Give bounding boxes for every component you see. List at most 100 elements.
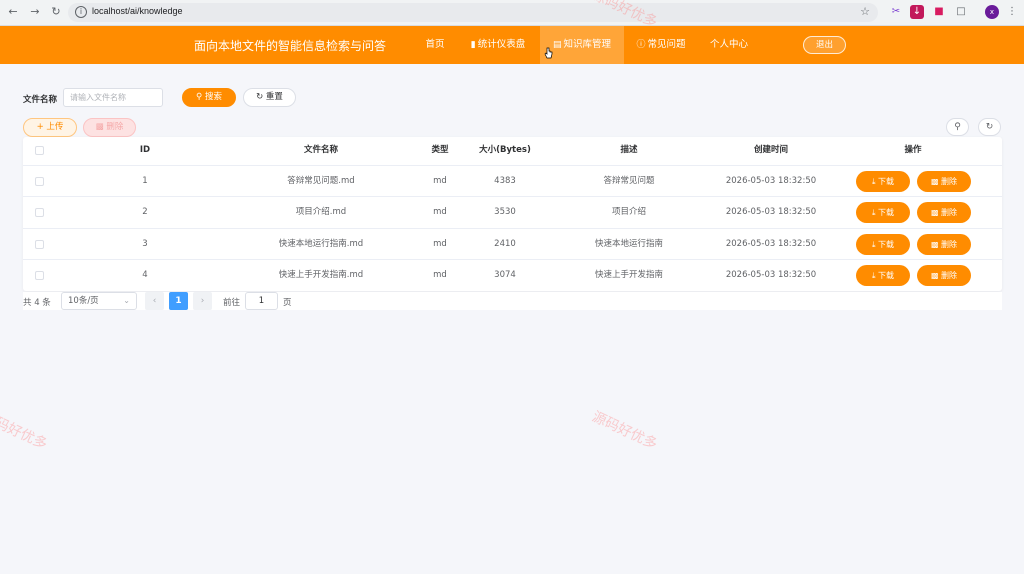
trash-icon: ▩ — [930, 177, 942, 186]
cell-type: md — [433, 176, 447, 186]
table-row: 1 答辩常见问题.md md 4383 答辩常见问题 2026-05-03 18… — [23, 165, 1002, 196]
app-header: 面向本地文件的智能信息检索与问答 首页 ▮ 统计仪表盘 ▤ 知识库管理 ⓘ 常见问题 … — [0, 26, 1024, 64]
download-button[interactable]: ⤓ 下载 — [856, 265, 910, 286]
row-checkbox[interactable] — [35, 177, 44, 186]
table-row: 4 快速上手开发指南.md md 3074 快速上手开发指南 2026-05-0… — [23, 259, 1002, 290]
download-button[interactable]: ⤓ 下载 — [856, 234, 910, 255]
delete-button[interactable]: ▩ 删除 — [917, 202, 971, 223]
delete-button[interactable]: ▩ 删除 — [917, 234, 971, 255]
delete-button[interactable]: ▩ 删除 — [917, 265, 971, 286]
table-row: 3 快速本地运行指南.md md 2410 快速本地运行指南 2026-05-0… — [23, 228, 1002, 259]
logout-button[interactable]: 退出 — [803, 36, 846, 54]
download-button[interactable]: ⤓ 下载 — [856, 171, 910, 192]
knowledge-table: ID 文件名称 类型 大小(Bytes) 描述 创建时间 操作 1 答辩常见问题… — [23, 137, 1002, 291]
bookmark-star-icon[interactable]: ☆ — [860, 5, 870, 18]
download-button[interactable]: ⤓ 下载 — [856, 202, 910, 223]
row-checkbox[interactable] — [35, 271, 44, 280]
col-header-type: 类型 — [431, 145, 449, 155]
table-refresh-button[interactable]: ↻ — [978, 118, 1001, 136]
search-icon: ⚲ — [954, 122, 961, 132]
batch-delete-button[interactable]: ▩ 删除 — [83, 118, 136, 137]
cell-filename: 答辩常见问题.md — [287, 176, 355, 186]
search-button[interactable]: ⚲ 搜索 — [182, 88, 236, 107]
cell-size: 3530 — [494, 207, 516, 217]
cell-type: md — [433, 270, 447, 280]
cell-filename: 快速上手开发指南.md — [278, 270, 364, 280]
reset-button[interactable]: ↻ 重置 — [243, 88, 296, 107]
trash-icon: ▩ — [930, 208, 942, 217]
nav-knowledge-label: 知识库管理 — [563, 39, 612, 50]
nav-faq[interactable]: ⓘ 常见问题 — [629, 26, 693, 64]
chevron-right-icon: › — [200, 296, 205, 306]
delete-button-label: 删除 — [941, 177, 958, 186]
url-text: localhost/ai/knowledge — [92, 6, 183, 16]
next-page-button[interactable]: › — [193, 292, 212, 310]
search-icon: ⚲ — [196, 92, 205, 102]
chevron-left-icon: ‹ — [152, 296, 157, 306]
refresh-icon: ↻ — [985, 122, 994, 132]
reset-button-label: 重置 — [265, 92, 283, 102]
reload-icon[interactable]: ↻ — [49, 5, 63, 19]
col-header-filename: 文件名称 — [303, 145, 338, 155]
page-number-button[interactable]: 1 — [169, 292, 188, 310]
nav-dashboard[interactable]: ▮ 统计仪表盘 — [462, 26, 534, 64]
row-checkbox[interactable] — [35, 208, 44, 217]
nav-home[interactable]: 首页 — [418, 26, 452, 64]
cell-desc: 项目介绍 — [611, 207, 646, 217]
col-header-actions: 操作 — [904, 145, 922, 155]
batch-delete-label: 删除 — [106, 122, 124, 132]
browser-menu-icon[interactable]: ⋮ — [1005, 5, 1019, 19]
browser-toolbar: ← → ↻ i localhost/ai/knowledge ☆ ✂ ↓ ■ □… — [0, 0, 1024, 26]
document-icon: ▤ — [552, 40, 562, 50]
download-button-label: 下载 — [878, 240, 895, 249]
forward-icon[interactable]: → — [28, 5, 42, 19]
goto-prefix: 前往 — [223, 298, 241, 308]
delete-button-label: 删除 — [941, 208, 958, 217]
file-name-label: 文件名称 — [23, 95, 58, 105]
table-search-button[interactable]: ⚲ — [946, 118, 969, 136]
extension-download-icon[interactable]: ↓ — [910, 5, 924, 19]
trash-icon: ▩ — [95, 122, 107, 132]
profile-avatar[interactable]: x — [985, 5, 999, 19]
download-button-label: 下载 — [878, 177, 895, 186]
delete-button[interactable]: ▩ 删除 — [917, 171, 971, 192]
mouse-cursor-icon — [544, 47, 553, 59]
pagination: 共 4 条 10条/页 ⌄ ‹ 1 › 前往 1 页 — [23, 292, 1002, 310]
cell-type: md — [433, 239, 447, 249]
app-title: 面向本地文件的智能信息检索与问答 — [194, 39, 387, 53]
upload-button[interactable]: + 上传 — [23, 118, 77, 137]
nav-dashboard-label: 统计仪表盘 — [477, 39, 526, 50]
bar-chart-icon: ▮ — [470, 40, 476, 50]
extension-robot-icon[interactable]: ■ — [932, 5, 946, 19]
trash-icon: ▩ — [930, 271, 942, 280]
trash-icon: ▩ — [930, 240, 942, 249]
prev-page-button[interactable]: ‹ — [145, 292, 164, 310]
col-header-desc: 描述 — [620, 145, 638, 155]
pagination-total: 共 4 条 — [23, 298, 51, 308]
file-name-input[interactable]: 请输入文件名称 — [63, 88, 163, 107]
goto-page-input[interactable]: 1 — [245, 292, 278, 310]
cell-id: 4 — [142, 270, 148, 280]
page-size-select[interactable]: 10条/页 ⌄ — [61, 292, 137, 310]
cell-desc: 快速上手开发指南 — [594, 270, 663, 280]
download-button-label: 下载 — [878, 271, 895, 280]
chevron-down-icon: ⌄ — [123, 296, 130, 305]
cell-id: 2 — [142, 207, 148, 217]
delete-button-label: 删除 — [941, 271, 958, 280]
nav-profile[interactable]: 个人中心 — [703, 26, 755, 64]
select-all-checkbox[interactable] — [35, 146, 44, 155]
extensions-puzzle-icon[interactable]: □ — [954, 5, 968, 19]
row-checkbox[interactable] — [35, 240, 44, 249]
address-bar[interactable]: i localhost/ai/knowledge ☆ — [68, 3, 878, 22]
upload-button-label: 上传 — [46, 122, 64, 132]
cell-size: 4383 — [494, 176, 516, 186]
refresh-icon: ↻ — [256, 92, 266, 102]
plus-icon: + — [36, 122, 47, 132]
site-info-icon[interactable]: i — [75, 6, 87, 18]
col-header-created: 创建时间 — [753, 145, 788, 155]
table-row: 2 项目介绍.md md 3530 项目介绍 2026-05-03 18:32:… — [23, 196, 1002, 227]
extension-scissors-icon[interactable]: ✂ — [889, 5, 903, 19]
back-icon[interactable]: ← — [6, 5, 20, 19]
watermark: 源码好优多 — [589, 408, 660, 453]
cell-type: md — [433, 207, 447, 217]
